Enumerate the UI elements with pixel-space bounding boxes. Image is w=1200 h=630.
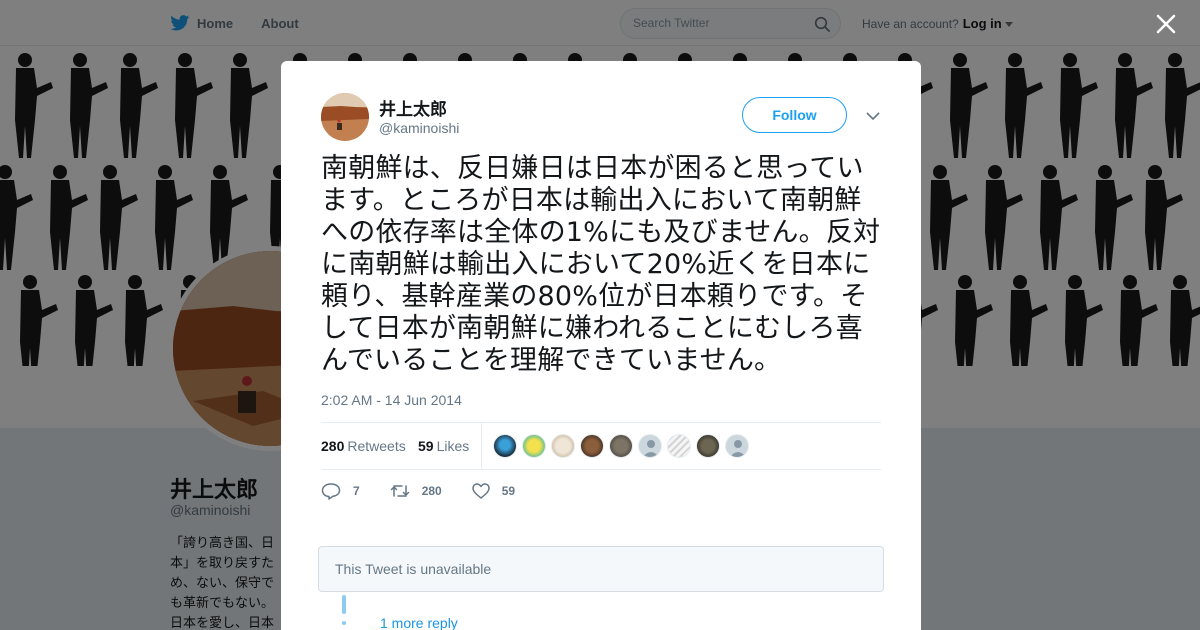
chevron-down-icon[interactable]	[866, 111, 880, 121]
liker-avatar[interactable]	[609, 434, 633, 458]
retweets-label: Retweets	[347, 438, 406, 454]
liker-avatar[interactable]	[696, 434, 720, 458]
retweet-button[interactable]: 280	[390, 483, 442, 499]
tweet-timestamp[interactable]: 2:02 AM - 14 Jun 2014	[321, 392, 462, 408]
thread-dot	[342, 621, 346, 625]
heart-icon	[471, 483, 490, 499]
tweet-modal: 井上太郎 @kaminoishi Follow 南朝鮮は、反日嫌日は日本が困ると…	[281, 61, 921, 630]
retweet-count: 280	[421, 484, 442, 498]
tweet-author-avatar[interactable]	[321, 93, 369, 141]
tweet-author-handle[interactable]: @kaminoishi	[379, 120, 459, 136]
more-replies-link[interactable]: 1 more reply	[380, 615, 458, 630]
thread-connector	[342, 595, 346, 614]
likers-avatars	[493, 434, 754, 458]
reply-icon	[321, 483, 341, 500]
reply-count: 7	[353, 484, 360, 498]
like-button[interactable]: 59	[471, 483, 516, 499]
retweet-icon	[390, 485, 409, 497]
liker-avatar[interactable]	[551, 434, 575, 458]
tweet-actions: 7 280 59	[321, 481, 545, 501]
tweet-author-name[interactable]: 井上太郎	[379, 95, 447, 120]
liker-avatar[interactable]	[493, 434, 517, 458]
default-avatar-icon[interactable]	[638, 434, 662, 458]
likes-label: Likes	[436, 438, 470, 454]
follow-button[interactable]: Follow	[742, 97, 847, 133]
liker-avatar[interactable]	[667, 434, 691, 458]
stats-divider	[481, 423, 482, 470]
close-icon[interactable]	[1154, 12, 1178, 36]
likes-count: 59	[418, 438, 434, 454]
like-count: 59	[501, 484, 516, 498]
liker-avatar[interactable]	[580, 434, 604, 458]
default-avatar-icon[interactable]	[725, 434, 749, 458]
avatar-image	[321, 93, 369, 141]
liker-avatar[interactable]	[522, 434, 546, 458]
reply-button[interactable]: 7	[321, 482, 360, 500]
unavailable-tweet-card: This Tweet is unavailable	[318, 546, 884, 592]
tweet-text: 南朝鮮は、反日嫌日は日本が困ると思っています。ところが日本は輸出入において南朝鮮…	[321, 153, 881, 376]
retweets-count: 280	[321, 438, 345, 454]
retweets-stat[interactable]: 280 Retweets	[321, 438, 406, 454]
tweet-stats: 280 Retweets 59 Likes	[321, 422, 881, 470]
likes-stat[interactable]: 59 Likes	[418, 438, 469, 454]
